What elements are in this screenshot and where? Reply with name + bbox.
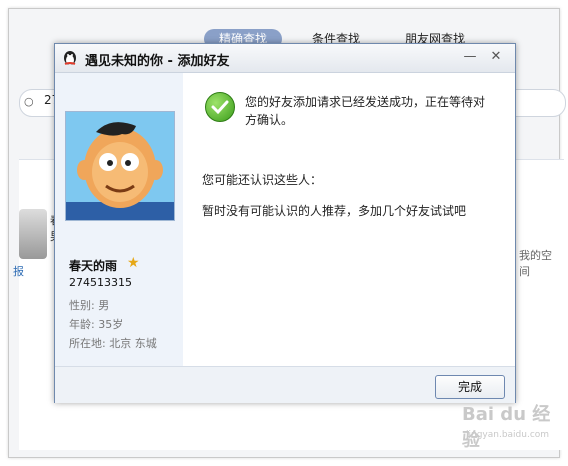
search-icon: ○ — [24, 95, 34, 108]
contact-gender: 性别: 男 — [69, 299, 110, 312]
success-message: 您的好友添加请求已经发送成功，正在等待对方确认。 — [245, 95, 486, 127]
done-button[interactable]: 完成 — [435, 375, 505, 399]
contact-name: 春天的雨 — [69, 259, 118, 273]
contact-qq-number: 274513315 — [69, 276, 132, 289]
add-friend-dialog: 遇见未知的你 - 添加好友 — ✕ 春天的雨 ★ 274513315 性别: 男… — [54, 43, 516, 403]
dialog-title: 遇见未知的你 - 添加好友 — [85, 54, 230, 69]
dialog-footer: 完成 — [55, 366, 515, 403]
star-icon: ★ — [127, 255, 140, 271]
contact-card: 春天的雨 ★ 274513315 性别: 男 年龄: 35岁 所在地: 北京 东… — [55, 73, 183, 366]
report-link[interactable]: 报 — [13, 263, 24, 279]
no-recommendation-text: 暂时没有可能认识的人推荐，多加几个好友试试吧 — [202, 204, 467, 218]
baidu-watermark: Bai du 经验 — [462, 404, 551, 451]
contact-age: 年龄: 35岁 — [69, 318, 124, 331]
result-avatar[interactable] — [19, 209, 47, 259]
qq-penguin-icon — [64, 51, 76, 65]
my-space-link[interactable]: 我的空间 — [519, 247, 559, 279]
baidu-watermark-url: jingyan.baidu.com — [466, 430, 550, 440]
close-button[interactable]: ✕ — [487, 48, 505, 66]
dialog-titlebar[interactable]: 遇见未知的你 - 添加好友 — ✕ — [55, 44, 515, 73]
success-check-icon — [205, 92, 235, 122]
minimize-button[interactable]: — — [461, 48, 479, 66]
contact-location: 所在地: 北京 东城 — [69, 337, 157, 350]
may-know-label: 您可能还认识这些人： — [202, 173, 323, 187]
contact-avatar[interactable] — [65, 111, 175, 221]
